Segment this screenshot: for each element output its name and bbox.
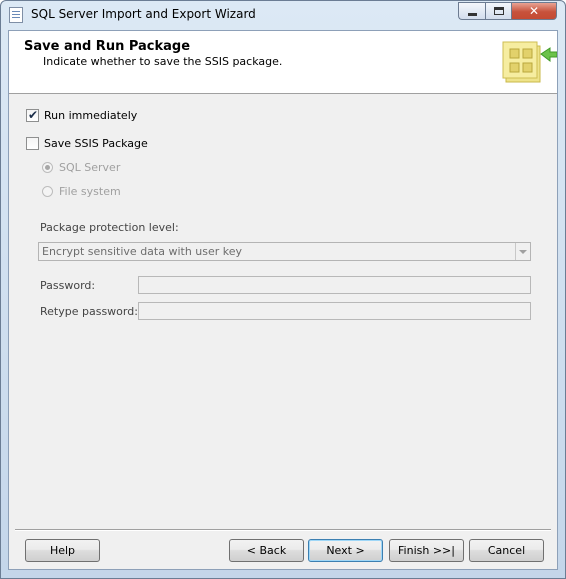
sql-server-radio[interactable] (42, 162, 53, 173)
sql-server-label: SQL Server (59, 161, 121, 174)
retype-password-field[interactable] (138, 302, 531, 320)
radio-selected-dot-icon (45, 165, 50, 170)
window-title: SQL Server Import and Export Wizard (31, 7, 256, 21)
file-system-label: File system (59, 185, 121, 198)
retype-password-label: Retype password: (40, 305, 138, 318)
run-immediately-checkbox[interactable]: ✔ (26, 108, 39, 122)
close-button[interactable]: ✕ (511, 2, 557, 20)
password-label: Password: (40, 279, 96, 292)
help-button[interactable]: Help (25, 539, 100, 562)
maximize-icon (493, 7, 504, 15)
password-field[interactable] (138, 276, 531, 294)
finish-button[interactable]: Finish >>| (389, 539, 464, 562)
wizard-page: Save and Run Package Indicate whether to… (8, 30, 558, 570)
run-immediately-label[interactable]: Run immediately (44, 109, 137, 122)
minimize-icon (467, 12, 477, 16)
back-button[interactable]: < Back (229, 539, 304, 562)
file-system-radio[interactable] (42, 186, 53, 197)
wizard-document-icon (9, 7, 23, 23)
page-subtitle: Indicate whether to save the SSIS packag… (43, 55, 283, 68)
footer-divider (15, 529, 551, 531)
cancel-button[interactable]: Cancel (469, 539, 544, 562)
protection-level-value: Encrypt sensitive data with user key (42, 245, 243, 258)
minimize-button[interactable] (458, 2, 485, 20)
close-icon: ✕ (528, 4, 540, 18)
save-ssis-package-label[interactable]: Save SSIS Package (44, 137, 148, 150)
dropdown-button[interactable] (515, 243, 530, 260)
maximize-button[interactable] (485, 2, 511, 20)
caption-buttons: ✕ (458, 2, 557, 20)
next-button[interactable]: Next > (308, 539, 383, 562)
title-bar[interactable]: SQL Server Import and Export Wizard ✕ (1, 1, 565, 30)
protection-level-label: Package protection level: (40, 221, 179, 234)
wizard-header: Save and Run Package Indicate whether to… (9, 31, 557, 94)
protection-level-dropdown[interactable]: Encrypt sensitive data with user key (38, 242, 531, 261)
wizard-window: SQL Server Import and Export Wizard ✕ Sa… (0, 0, 566, 579)
package-folder-arrow-icon (502, 41, 557, 83)
page-title: Save and Run Package (24, 39, 191, 54)
chevron-down-icon (519, 249, 527, 254)
save-ssis-package-checkbox[interactable] (26, 137, 39, 150)
checkmark-icon: ✔ (28, 108, 39, 122)
